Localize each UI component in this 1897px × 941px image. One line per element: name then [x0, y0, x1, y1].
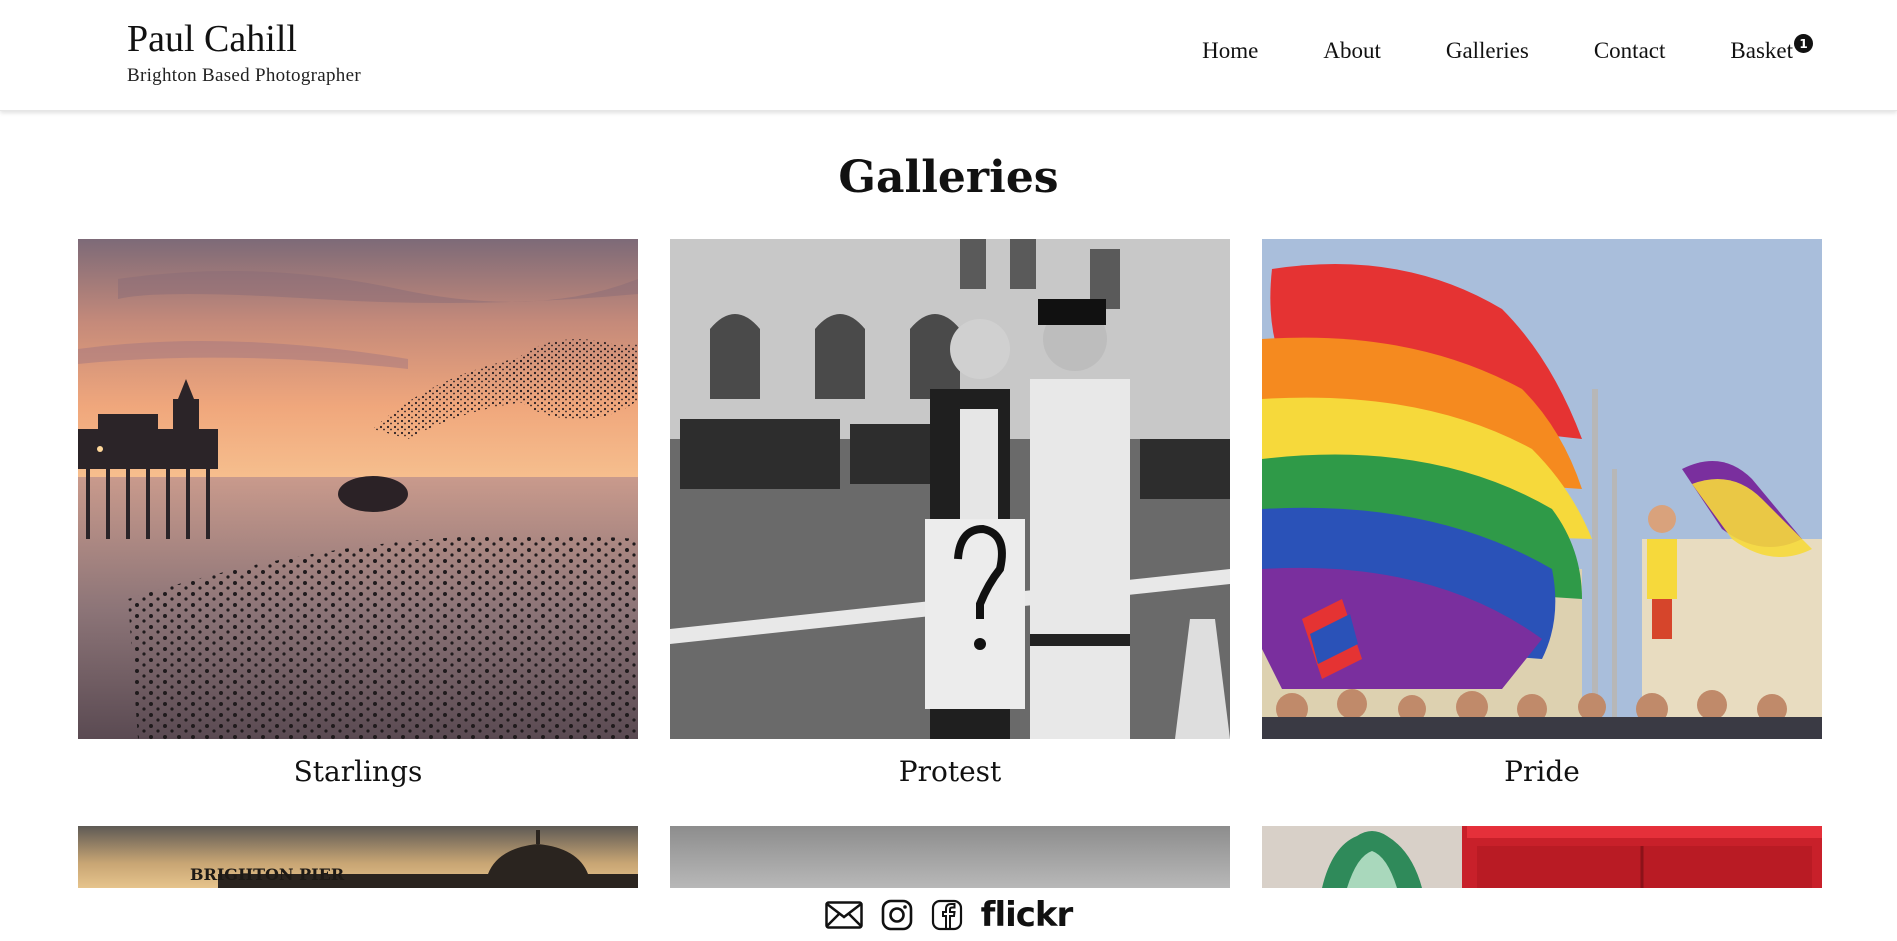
- brand[interactable]: Paul Cahill Brighton Based Photographer: [127, 18, 361, 88]
- protest-photo: [670, 239, 1230, 739]
- nav-basket[interactable]: Basket 1: [1730, 34, 1813, 64]
- gallery-card-starlings[interactable]: Starlings: [78, 239, 638, 795]
- nav-home[interactable]: Home: [1202, 38, 1258, 64]
- nav-about[interactable]: About: [1323, 38, 1381, 64]
- site-footer: flickr: [0, 888, 1897, 941]
- flickr-link[interactable]: flickr: [981, 895, 1074, 935]
- gallery-caption-starlings[interactable]: Starlings: [78, 755, 638, 795]
- gallery-grid: Starlings Protest Pride BRIGHTON PIER: [78, 239, 1822, 888]
- gallery-thumb-red-wall[interactable]: [1262, 826, 1822, 888]
- envelope-icon[interactable]: [824, 900, 863, 929]
- brand-name[interactable]: Paul Cahill: [127, 18, 361, 60]
- nav-galleries[interactable]: Galleries: [1446, 38, 1529, 64]
- gallery-caption-pride[interactable]: Pride: [1262, 755, 1822, 795]
- brighton-pier-sign: BRIGHTON PIER: [190, 865, 345, 884]
- facebook-icon[interactable]: [931, 899, 963, 931]
- gallery-card-brighton-pier[interactable]: BRIGHTON PIER: [78, 826, 638, 888]
- gallery-thumb-pride[interactable]: [1262, 239, 1822, 739]
- gallery-thumb-brighton-pier[interactable]: BRIGHTON PIER: [78, 826, 638, 888]
- gallery-thumb-starlings[interactable]: [78, 239, 638, 739]
- red-wall-photo: [1262, 826, 1822, 888]
- gallery-card-pride[interactable]: Pride: [1262, 239, 1822, 795]
- site-header: Paul Cahill Brighton Based Photographer …: [0, 0, 1897, 111]
- gallery-card-red-wall[interactable]: [1262, 826, 1822, 888]
- basket-count-badge: 1: [1794, 34, 1813, 53]
- gallery-card-protest[interactable]: Protest: [670, 239, 1230, 795]
- grey-sky-photo: [670, 826, 1230, 888]
- instagram-icon[interactable]: [881, 899, 913, 931]
- gallery-caption-protest[interactable]: Protest: [670, 755, 1230, 795]
- nav-contact[interactable]: Contact: [1594, 38, 1666, 64]
- brighton-pier-photo: BRIGHTON PIER: [78, 826, 638, 888]
- main-nav: Home About Galleries Contact Basket 1: [1202, 34, 1813, 64]
- nav-basket-label: Basket: [1730, 38, 1793, 63]
- gallery-thumb-grey[interactable]: [670, 826, 1230, 888]
- starlings-photo: [78, 239, 638, 739]
- gallery-card-grey[interactable]: [670, 826, 1230, 888]
- pride-photo: [1262, 239, 1822, 739]
- brand-tagline: Brighton Based Photographer: [127, 65, 361, 86]
- gallery-thumb-protest[interactable]: [670, 239, 1230, 739]
- social-links: flickr: [824, 895, 1074, 935]
- page-title: Galleries: [838, 152, 1059, 203]
